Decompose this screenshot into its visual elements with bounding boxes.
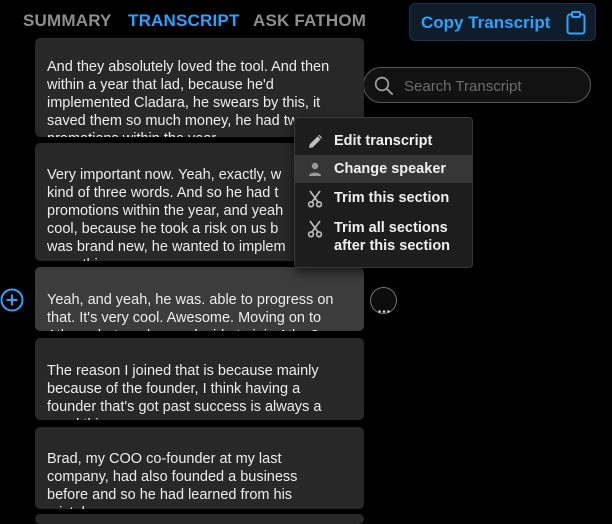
transcript-message-active[interactable]: Yeah, and yeah, he was. able to progress… — [35, 267, 364, 331]
tab-bar: SUMMARY TRANSCRIPT ASK FATHOM Copy Trans… — [0, 0, 612, 42]
more-options-button[interactable] — [370, 287, 397, 314]
context-menu: Edit transcript Change speaker Trim this… — [294, 117, 473, 268]
message-text: Very important now. Yeah, exactly, w kin… — [47, 167, 286, 261]
copy-transcript-button[interactable]: Copy Transcript — [409, 3, 596, 41]
search-input[interactable] — [402, 74, 586, 98]
scissors-icon — [307, 190, 323, 213]
tab-summary[interactable]: SUMMARY — [23, 11, 112, 31]
menu-item-change-speaker[interactable]: Change speaker — [295, 155, 472, 183]
plus-circle-icon — [0, 288, 24, 312]
tab-ask-fathom[interactable]: ASK FATHOM — [253, 11, 366, 31]
copy-transcript-label: Copy Transcript — [421, 13, 551, 32]
search-box[interactable] — [363, 67, 591, 103]
scissors-icon — [307, 220, 323, 243]
menu-item-trim-section[interactable]: Trim this section — [295, 184, 472, 212]
menu-item-edit-transcript[interactable]: Edit transcript — [295, 128, 472, 154]
transcript-message[interactable] — [35, 514, 364, 524]
menu-item-trim-all-after[interactable]: Trim all sections after this section — [295, 214, 472, 258]
message-text: Yeah, and yeah, he was. able to progress… — [47, 292, 334, 331]
transcript-message[interactable]: Brad, my COO co-founder at my last compa… — [35, 427, 364, 509]
message-text: Brad, my COO co-founder at my last compa… — [47, 451, 298, 509]
search-icon — [374, 76, 394, 101]
transcript-message[interactable]: The reason I joined that is because main… — [35, 338, 364, 420]
message-text: The reason I joined that is because main… — [47, 363, 322, 420]
tab-transcript[interactable]: TRANSCRIPT — [128, 11, 240, 31]
person-icon — [307, 161, 323, 182]
more-dots-icon — [378, 300, 390, 318]
add-section-button[interactable] — [0, 288, 24, 317]
pencil-icon — [307, 132, 325, 155]
clipboard-icon — [565, 11, 587, 40]
